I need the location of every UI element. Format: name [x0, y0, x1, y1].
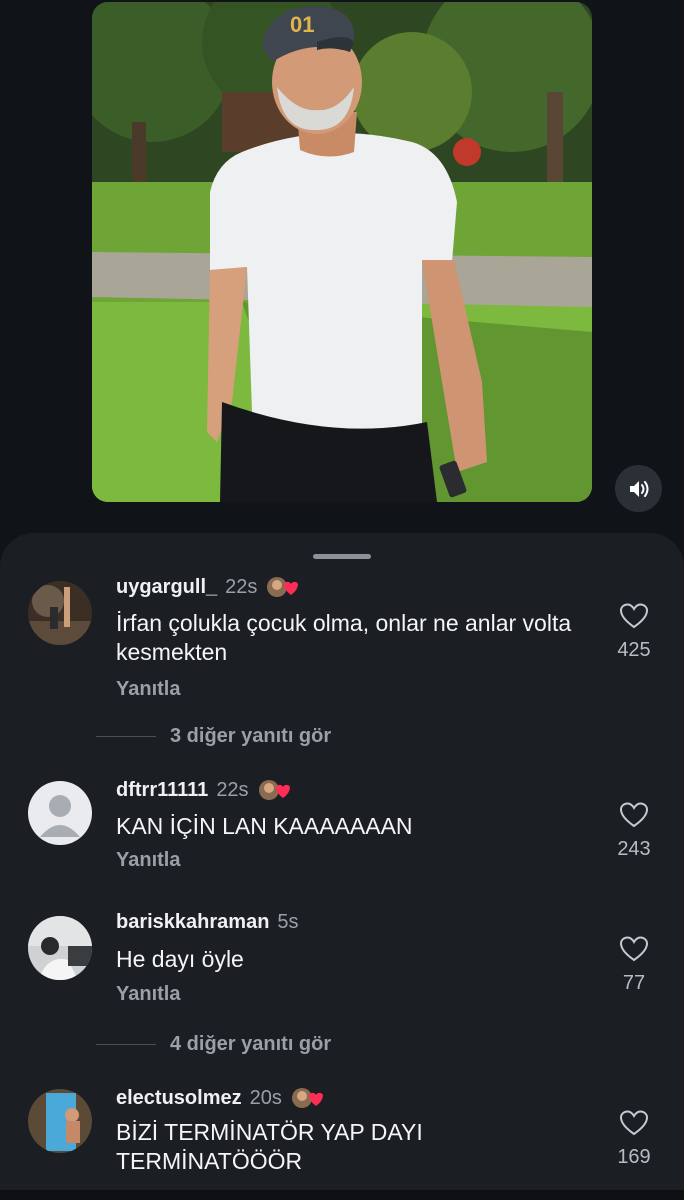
- comment-username[interactable]: uygargull_: [116, 577, 217, 599]
- like-button[interactable]: 169: [600, 1109, 668, 1169]
- avatar[interactable]: [28, 916, 92, 980]
- bottom-edge: [0, 1190, 684, 1200]
- comment-text: KAN İÇİN LAN KAAAAAAAN: [116, 813, 413, 839]
- default-avatar-icon: [28, 781, 92, 845]
- comment-time: 22s: [225, 577, 258, 598]
- like-count: 169: [617, 1146, 651, 1168]
- comment-meta: bariskkahraman 5s: [116, 911, 299, 934]
- comment-text: BİZİ TERMİNATÖR YAP DAYI TERMİNATÖÖÖR: [116, 1119, 423, 1174]
- comment-text: He dayı öyle: [116, 946, 244, 972]
- comments-sheet: uygargull_ 22s İrfan çolukla çocuk olma,…: [0, 533, 684, 1200]
- view-more-label: 3 diğer yanıtı gör: [170, 725, 332, 747]
- creator-heart-badge: [290, 1085, 324, 1111]
- view-more-replies[interactable]: 4 diğer yanıtı gör: [96, 1033, 331, 1056]
- comment-meta: electusolmez 20s: [116, 1085, 324, 1111]
- avatar[interactable]: [28, 581, 92, 645]
- divider-line: [96, 736, 156, 737]
- comment-list[interactable]: uygargull_ 22s İrfan çolukla çocuk olma,…: [0, 577, 684, 1200]
- reply-button[interactable]: Yanıtla: [116, 678, 180, 701]
- heart-icon: [619, 936, 649, 962]
- avatar-photo: [28, 581, 92, 645]
- creator-heart-badge: [257, 777, 291, 803]
- heart-icon: [619, 802, 649, 828]
- comment-username[interactable]: electusolmez: [116, 1087, 242, 1110]
- post-photo: 01: [92, 2, 592, 502]
- creator-avatar-icon: [291, 1088, 323, 1108]
- post-media[interactable]: 01: [92, 2, 592, 502]
- view-more-label: 4 diğer yanıtı gör: [170, 1033, 332, 1055]
- heart-icon: [619, 603, 649, 629]
- like-count: 77: [622, 972, 646, 994]
- app-screen: 01 uygargull_ 22s İrfan çolukla çocuk ol…: [0, 0, 684, 1200]
- divider-line: [96, 1044, 156, 1045]
- avatar-photo: [28, 916, 92, 980]
- comment-text: İrfan çolukla çocuk olma, onlar ne anlar…: [116, 610, 572, 665]
- comment-time: 20s: [249, 1086, 282, 1109]
- comment-username[interactable]: dftrr11111: [116, 779, 208, 802]
- comment-meta: uygargull_ 22s: [116, 577, 299, 600]
- comment-time: 22s: [216, 778, 249, 801]
- creator-heart-badge: [265, 577, 299, 600]
- reply-button[interactable]: Yanıtla: [116, 983, 180, 1006]
- like-button[interactable]: 77: [600, 935, 668, 995]
- comment-meta: dftrr11111 22s: [116, 777, 291, 803]
- sheet-drag-handle[interactable]: [313, 554, 371, 559]
- speaker-volume-icon: [629, 480, 648, 497]
- creator-avatar-icon: [267, 577, 299, 597]
- avatar[interactable]: [28, 1089, 92, 1153]
- svg-text:01: 01: [290, 12, 314, 37]
- avatar-photo: [28, 1089, 92, 1153]
- like-button[interactable]: 243: [600, 801, 668, 861]
- avatar[interactable]: [28, 781, 92, 845]
- like-button[interactable]: 425: [600, 602, 668, 662]
- reply-button[interactable]: Yanıtla: [116, 849, 180, 872]
- view-more-replies[interactable]: 3 diğer yanıtı gör: [96, 725, 331, 748]
- comment-username[interactable]: bariskkahraman: [116, 911, 269, 934]
- creator-avatar-icon: [258, 780, 290, 800]
- heart-icon: [619, 1110, 649, 1136]
- like-count: 425: [617, 639, 651, 661]
- comment-time: 5s: [277, 911, 299, 933]
- mute-toggle-button[interactable]: [615, 465, 662, 512]
- like-count: 243: [617, 838, 651, 860]
